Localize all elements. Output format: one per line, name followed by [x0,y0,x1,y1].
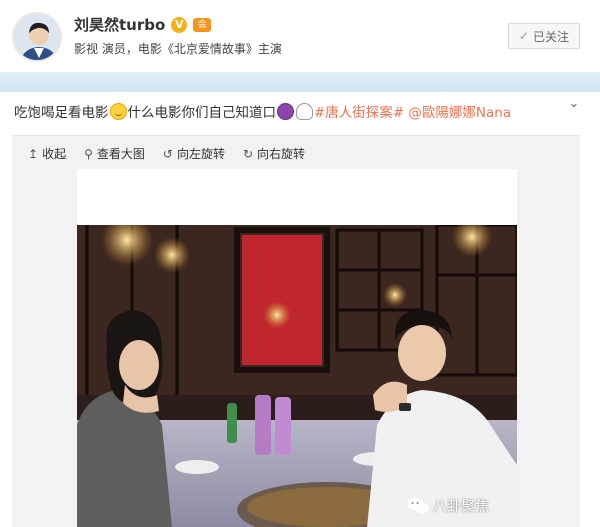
verified-icon: V [171,16,188,33]
rotate-left-label: 向左旋转 [176,147,225,161]
image-toolbar: ↥ 收起 ⚲ 查看大图 ↺ 向左旋转 ↻ 向右旋转 [28,145,305,162]
profile-name[interactable]: 刘昊然turbo [74,14,165,35]
avatar[interactable] [12,12,62,62]
chevron-down-icon[interactable]: ⌄ [566,96,582,112]
post-text-part-1: 吃饱喝足看电影 [14,105,109,121]
hashtag-link[interactable]: #唐人街探案# [314,105,404,121]
watermark: 八卦聚焦 [407,496,489,516]
rotate-left-button[interactable]: ↺ 向左旋转 [163,145,225,162]
name-row: 刘昊然turbo V 会 [74,14,212,35]
rotate-left-icon: ↺ [162,146,173,161]
post-text: 吃饱喝足看电影 什么电影你们自己知道口 #唐人街探案# @歐陽娜娜Nana [14,102,569,124]
zoom-icon: ⚲ [84,146,93,161]
photo-frame: 八卦聚焦 [77,169,517,527]
check-icon: ✓ [518,29,530,43]
smile-emoji-icon [109,103,127,120]
header-divider-strip [0,72,600,92]
ghost-emoji-icon [296,103,313,120]
collapse-button[interactable]: ↥ 收起 [28,145,66,162]
devil-emoji-icon [277,103,294,120]
rotate-right-button[interactable]: ↻ 向右旋转 [243,145,305,162]
mention-link[interactable]: @歐陽娜娜Nana [408,105,511,121]
post-photo[interactable]: 八卦聚焦 [77,225,517,527]
profile-bio: 影视 演员，电影《北京爱情故事》主演 [74,42,282,56]
collapse-label: 收起 [42,147,67,161]
view-large-label: 查看大图 [96,147,145,161]
wechat-icon [407,497,429,515]
member-icon[interactable]: 会 [193,17,212,32]
rotate-right-label: 向右旋转 [257,147,306,161]
view-large-button[interactable]: ⚲ 查看大图 [84,145,145,162]
post-text-part-2: 什么电影你们自己知道口 [127,105,277,121]
arrow-up-icon: ↥ [28,146,39,161]
media-box: ↥ 收起 ⚲ 查看大图 ↺ 向左旋转 ↻ 向右旋转 八卦聚焦 [12,135,580,527]
follow-button[interactable]: ✓ 已关注 [508,23,580,49]
follow-button-label: 已关注 [533,29,570,44]
watermark-text: 八卦聚焦 [433,499,489,515]
profile-header: 刘昊然turbo V 会 影视 演员，电影《北京爱情故事》主演 ✓ 已关注 [0,0,600,72]
rotate-right-icon: ↻ [242,146,254,161]
